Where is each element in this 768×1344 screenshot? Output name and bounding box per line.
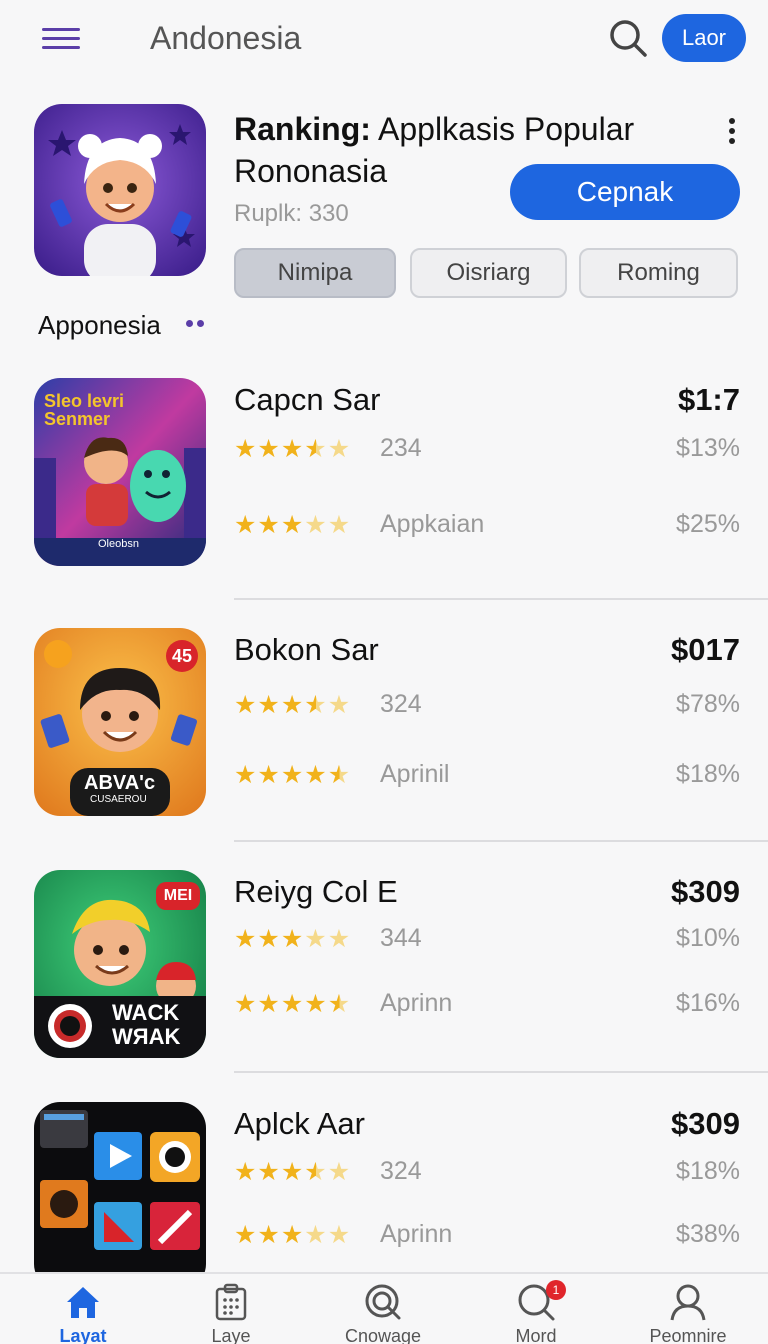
app-icon-text: 45 — [166, 640, 198, 672]
profile-icon — [670, 1284, 706, 1321]
nav-item-cnowage[interactable]: Cnowage — [313, 1274, 453, 1344]
star-rating: ★★★★★ — [234, 925, 352, 953]
star-rating: ★★★★★ — [234, 691, 352, 719]
app-meta: 324 — [380, 690, 422, 718]
bottom-navigation: Layat Laye Cnowage 1 Mord Peomnire — [0, 1272, 768, 1344]
app-percent: $25% — [676, 510, 740, 538]
app-price: $1:7 — [677, 382, 740, 417]
app-name: Bokon Sar — [234, 632, 379, 667]
nav-item-peomnire[interactable]: Peomnire — [618, 1274, 758, 1344]
star-rating: ★★★★★ — [234, 1158, 352, 1186]
app-meta: 344 — [380, 924, 422, 952]
app-meta: Aprinn — [380, 989, 453, 1017]
app-price: $309 — [671, 1106, 740, 1141]
app-icon-text: WACK — [112, 1000, 180, 1025]
filter-chip[interactable]: Oisriarg — [410, 248, 567, 298]
star-rating: ★★★★★ — [234, 1221, 352, 1249]
app-title: Andonesia — [150, 20, 302, 56]
hamburger-menu-icon[interactable] — [42, 24, 84, 54]
star-rating: ★★★★★ — [234, 511, 352, 539]
featured-subtitle: Ruplk: 330 — [234, 200, 349, 227]
nav-label: Cnowage — [344, 1326, 422, 1344]
nav-item-mord[interactable]: 1 Mord — [466, 1274, 606, 1344]
app-icon-text: ABVA'c — [84, 772, 156, 794]
login-button[interactable]: Laor — [662, 14, 746, 62]
nav-item-laye[interactable]: Laye — [161, 1274, 301, 1344]
filter-chip[interactable]: Roming — [579, 248, 738, 298]
star-rating: ★★★★★ — [234, 990, 352, 1018]
featured-app-icon[interactable] — [34, 104, 206, 276]
app-icon-text: Sleo levri Senmer — [44, 391, 125, 429]
app-percent: $38% — [676, 1220, 740, 1248]
filter-chip[interactable]: Nimipa — [234, 248, 396, 298]
app-percent: $18% — [676, 1157, 740, 1185]
app-icon[interactable] — [34, 1102, 206, 1290]
app-icon-text: MEI — [156, 882, 200, 910]
app-icon-text: WЯAK — [112, 1024, 181, 1049]
featured-cta-button[interactable]: Cepnak — [510, 164, 740, 220]
app-percent: $16% — [676, 989, 740, 1017]
search-icon — [365, 1284, 401, 1320]
nav-item-layat[interactable]: Layat — [13, 1274, 153, 1344]
calendar-icon — [215, 1283, 247, 1321]
app-price: $309 — [671, 874, 740, 909]
app-meta: 324 — [380, 1157, 422, 1185]
app-percent: $78% — [676, 690, 740, 718]
top-app-bar: Andonesia Laor — [0, 0, 768, 80]
app-icon-text: Oleobsn — [98, 538, 139, 550]
star-rating: ★★★★★ — [234, 761, 352, 789]
search-icon[interactable] — [606, 16, 650, 60]
nav-label: Laye — [211, 1326, 251, 1344]
app-price: $017 — [671, 632, 740, 667]
more-options-icon[interactable] — [720, 114, 744, 148]
divider — [234, 840, 768, 842]
app-name: Capcn Sar — [234, 382, 381, 417]
nav-label: Peomnire — [649, 1326, 727, 1344]
app-name: Reiyg Col E — [234, 874, 398, 909]
app-percent: $18% — [676, 760, 740, 788]
nav-label: Mord — [515, 1326, 557, 1344]
section-more-icon[interactable] — [186, 320, 208, 328]
star-rating: ★★★★★ — [234, 435, 352, 463]
app-meta: Aprinil — [380, 760, 450, 788]
app-percent: $10% — [676, 924, 740, 952]
notification-badge: 1 — [546, 1280, 566, 1300]
app-meta: 234 — [380, 434, 422, 462]
app-meta: Appkaian — [380, 510, 485, 538]
app-percent: $13% — [676, 434, 740, 462]
nav-label: Layat — [59, 1326, 107, 1344]
app-meta: Aprinn — [380, 1220, 453, 1248]
divider — [234, 598, 768, 600]
app-name: Aplck Aar — [234, 1106, 365, 1141]
divider — [234, 1071, 768, 1073]
home-icon — [67, 1287, 99, 1318]
app-icon-text: CUSAEROU — [90, 794, 147, 805]
section-label: Apponesia — [38, 310, 161, 340]
